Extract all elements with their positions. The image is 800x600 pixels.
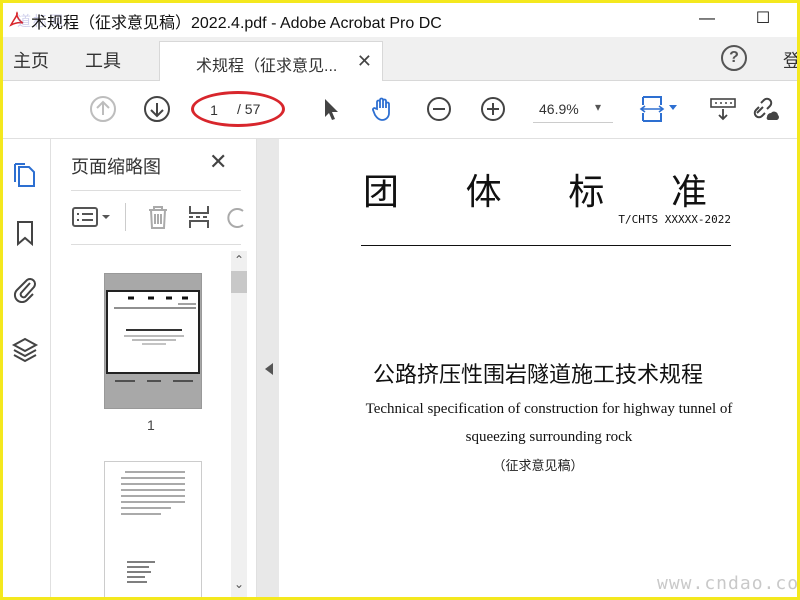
annotation-ellipse [191,91,285,127]
layers-icon[interactable] [11,335,39,363]
keyboard-scroll-icon[interactable] [709,95,737,123]
previous-page-icon[interactable] [89,95,117,123]
menu-tab-bar: 主页 工具 术规程（征求意见... ✕ ? 登 [3,37,797,81]
rotate-icon[interactable] [227,203,247,231]
document-tab[interactable]: 术规程（征求意见... ✕ [159,41,383,81]
zoom-value: 46.9% [539,101,579,117]
next-page-icon[interactable] [143,95,171,123]
bookmark-icon[interactable] [11,219,39,247]
toolbar: / 57 46.9% ▾ [3,81,797,139]
zoom-select[interactable]: 46.9% ▾ [533,97,613,123]
insert-page-icon[interactable] [187,203,213,231]
thumbnail-options-icon[interactable] [71,205,115,229]
sign-in-link[interactable]: 登 [783,47,797,73]
scrollbar-thumb[interactable] [231,271,247,293]
zoom-out-icon[interactable] [425,95,453,123]
minimize-button[interactable]: — [693,7,721,31]
panel-title: 页面缩略图 [71,157,161,177]
thumbnail-page-content [106,290,200,374]
thumbnail-page-label: 1 [147,417,155,433]
standard-code: T/CHTS XXXXX-2022 [618,213,731,226]
document-title-chinese: 公路挤压性围岩隧道施工技术规程 [372,363,703,388]
hand-tool-icon[interactable] [369,95,397,123]
thumbnail-preview [114,296,196,345]
thumbnails-panel: 页面缩略图 ✕ 1 ⌃ ⌄ [51,139,257,597]
menu-tools[interactable]: 工具 [85,47,121,73]
page-thumbnail-2[interactable] [104,461,202,597]
delete-icon[interactable] [145,203,171,231]
document-heading: 团 体 标 准 [363,163,707,215]
close-panel-icon[interactable]: ✕ [209,149,227,175]
left-navigation-rail [3,139,51,597]
heading-rule [361,245,731,246]
document-tab-label: 术规程（征求意见... [196,58,338,75]
menu-home[interactable]: 主页 [13,47,49,73]
thumbnail-footer [115,380,193,382]
maximize-button[interactable]: ☐ [749,7,777,31]
title-bar: 道标网 术规程（征求意见稿）2022.4.pdf - Adobe Acrobat… [3,3,797,37]
chevron-down-icon: ▾ [595,100,602,114]
page-thumbnail-1[interactable] [104,273,202,409]
scroll-up-icon[interactable]: ⌃ [231,253,247,269]
zoom-in-icon[interactable] [479,95,507,123]
window-title: 术规程（征求意见稿）2022.4.pdf - Adobe Acrobat Pro… [31,15,442,32]
panel-divider [71,244,241,245]
page-thumbnails-icon[interactable] [11,161,39,189]
panel-toolbar [71,199,251,235]
thumbnail-list: 1 [51,251,249,597]
document-title-english: Technical specification of construction … [365,401,733,445]
share-link-icon[interactable] [751,95,779,123]
scroll-down-icon[interactable]: ⌄ [231,577,247,593]
document-view: 团 体 标 准 T/CHTS XXXXX-2022 公路挤压性围岩隧道施工技术规… [279,139,797,597]
thumbnail-preview [121,471,185,583]
panel-divider [71,190,241,191]
heading-char: 体 [465,172,502,213]
heading-char: 标 [568,172,605,213]
collapse-arrow-icon[interactable] [265,363,273,375]
fit-page-icon[interactable] [639,95,681,123]
heading-char: 准 [670,172,707,213]
heading-char: 团 [363,172,400,213]
thumbnail-scrollbar[interactable] [231,251,247,597]
draft-note: （征求意见稿） [492,459,584,474]
toolbar-separator [125,203,126,231]
site-watermark: www.cndao.com [657,573,800,594]
select-cursor-icon[interactable] [317,95,345,123]
app-window: 道标网 术规程（征求意见稿）2022.4.pdf - Adobe Acrobat… [0,0,800,600]
help-icon[interactable]: ? [721,45,747,71]
close-tab-icon[interactable]: ✕ [357,51,372,72]
attachment-icon[interactable] [11,275,39,303]
